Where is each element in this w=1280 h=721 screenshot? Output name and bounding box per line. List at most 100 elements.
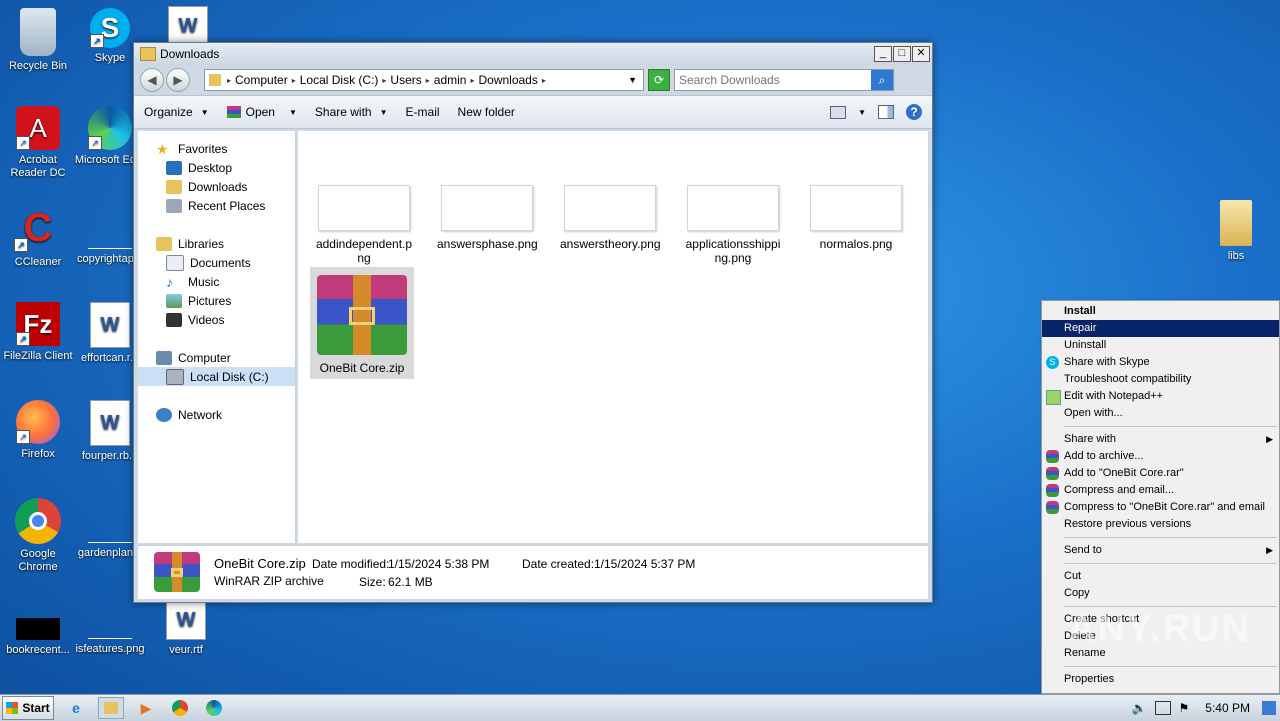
caret-down-icon: ▼ [379,107,388,117]
submenu-arrow-icon: ▶ [1266,434,1273,444]
close-button[interactable]: ✕ [912,46,930,62]
explorer-taskbar-icon[interactable] [98,697,124,719]
file-item-selected[interactable]: OneBit Core.zip [310,267,414,379]
show-desktop-button[interactable] [1262,701,1276,715]
breadcrumb-downloads[interactable]: Downloads [478,73,537,87]
desktop-icon-firefox[interactable]: ↗ Firefox [0,400,76,461]
nav-computer[interactable]: Computer [138,348,295,367]
search-icon[interactable]: ⌕ [871,70,893,90]
menu-item-compress-email[interactable]: Compress and email... [1042,482,1279,499]
nav-label: Libraries [178,236,225,251]
breadcrumb-computer[interactable]: Computer [235,73,288,87]
acrobat-icon: A ↗ [16,106,60,150]
details-pane: OneBit Core.zip WinRAR ZIP archive Date … [138,545,928,599]
menu-item-repair[interactable]: Repair [1042,320,1279,337]
menu-item-share-with[interactable]: Share with ▶ [1042,431,1279,448]
breadcrumb-admin[interactable]: admin [434,73,467,87]
desktop-icon-recycle-bin[interactable]: Recycle Bin [0,8,76,73]
forward-button[interactable]: ▶ [166,68,190,92]
title-bar[interactable]: Downloads _ □ ✕ [134,43,932,65]
desktop-icon-bookrecent[interactable]: bookrecent... [0,612,76,657]
clock[interactable]: 5:40 PM [1205,701,1250,715]
nav-videos[interactable]: Videos [138,310,295,329]
menu-item-restore[interactable]: Restore previous versions [1042,516,1279,533]
menu-item-add-archive[interactable]: Add to archive... [1042,448,1279,465]
open-button[interactable]: Open ▼ [226,105,297,119]
network-tray-icon[interactable] [1154,701,1171,715]
nav-network[interactable]: Network [138,405,295,424]
desktop-icon-acrobat[interactable]: A ↗ Acrobat Reader DC [0,106,76,180]
desktop-icon-filezilla[interactable]: Fz ↗ FileZilla Client [0,302,76,363]
share-with-button[interactable]: Share with ▼ [315,105,388,119]
start-button[interactable]: Start [2,696,54,720]
nav-desktop[interactable]: Desktop [138,158,295,177]
nav-recent-places[interactable]: Recent Places [138,196,295,215]
nav-favorites[interactable]: ★ Favorites [138,139,295,158]
help-icon[interactable]: ? [906,104,922,120]
desktop-icon-label: FileZilla Client [3,350,73,362]
command-bar: Organize ▼ Open ▼ Share with ▼ E-mail New f… [134,95,932,129]
nav-documents[interactable]: Documents [138,253,295,272]
caret-down-icon: ▼ [200,107,209,117]
desktop-icon-ccleaner[interactable]: C ↗ CCleaner [0,204,76,269]
file-item[interactable]: normalos.png [806,185,906,251]
desktop-icon-isfeatures[interactable]: isfeatures.png [72,612,148,656]
maximize-button[interactable]: □ [893,46,911,62]
file-item[interactable]: answerstheory.png [560,185,661,251]
menu-item-share-skype[interactable]: S Share with Skype [1042,354,1279,371]
star-icon: ★ [156,140,169,157]
nav-local-disk[interactable]: Local Disk (C:) [138,367,295,386]
nav-pictures[interactable]: Pictures [138,291,295,310]
nav-label: Pictures [188,293,232,308]
desktop-icon-chrome[interactable]: Google Chrome [0,498,76,574]
edge-icon: ↗ [88,106,132,150]
menu-item-add-rar[interactable]: Add to "OneBit Core.rar" [1042,465,1279,482]
organize-button[interactable]: Organize ▼ [144,105,209,119]
edge-taskbar-icon[interactable] [202,698,226,718]
menu-item-troubleshoot[interactable]: Troubleshoot compatibility [1042,371,1279,388]
address-dropdown-icon[interactable]: ▼ [628,75,637,85]
view-options-icon[interactable] [830,105,847,119]
file-item[interactable]: answersphase.png [437,185,538,251]
caret-down-icon[interactable]: ▼ [858,108,866,117]
search-input[interactable] [675,72,871,88]
menu-item-notepad[interactable]: Edit with Notepad++ [1042,388,1279,405]
nav-music[interactable]: ♪ Music [138,272,295,291]
file-item[interactable]: addindependent.png [314,185,414,265]
menu-item-send-to[interactable]: Send to ▶ [1042,542,1279,559]
email-button[interactable]: E-mail [406,105,440,119]
nav-label: Music [188,274,220,289]
menu-item-cut[interactable]: Cut [1042,568,1279,585]
back-button[interactable]: ◀ [140,68,164,92]
menu-item-open-with[interactable]: Open with... [1042,405,1279,422]
desktop-icon-veur[interactable]: W veur.rtf [148,600,224,657]
breadcrumb-local-disk[interactable]: Local Disk (C:) [300,73,379,87]
action-center-flag-icon[interactable]: ⚑ [1179,701,1190,715]
refresh-button[interactable]: ⟳ [648,69,670,91]
menu-item-properties[interactable]: Properties [1042,671,1279,688]
submenu-arrow-icon: ▶ [1266,545,1273,555]
nav-libraries[interactable]: Libraries [138,234,295,253]
search-box[interactable]: ⌕ [674,69,894,91]
menu-item-install[interactable]: Install [1042,303,1279,320]
new-folder-button[interactable]: New folder [458,105,515,119]
volume-icon[interactable]: 🔈 [1132,701,1147,715]
menu-item-uninstall[interactable]: Uninstall [1042,337,1279,354]
videos-icon [166,312,182,327]
file-item[interactable]: applicationsshipping.png [683,185,783,265]
menu-label: Cut [1064,570,1082,582]
menu-label: Open with... [1064,407,1123,419]
internet-explorer-icon[interactable]: e [64,698,88,718]
address-bar[interactable]: ▸ Computer ▸ Local Disk (C:) ▸ Users ▸ a… [204,69,644,91]
skype-icon: S ↗ [90,8,130,48]
desktop-icon-libs[interactable]: libs [1198,200,1274,263]
chrome-taskbar-icon[interactable] [168,698,192,718]
minimize-button[interactable]: _ [874,46,892,62]
nav-downloads[interactable]: Downloads [138,177,295,196]
menu-item-copy[interactable]: Copy [1042,585,1279,602]
image-thumbnail [687,185,779,231]
media-player-icon[interactable]: ▶ [134,698,158,718]
preview-pane-icon[interactable] [878,105,894,119]
menu-item-compress-rar-email[interactable]: Compress to "OneBit Core.rar" and email [1042,499,1279,516]
breadcrumb-users[interactable]: Users [390,73,421,87]
